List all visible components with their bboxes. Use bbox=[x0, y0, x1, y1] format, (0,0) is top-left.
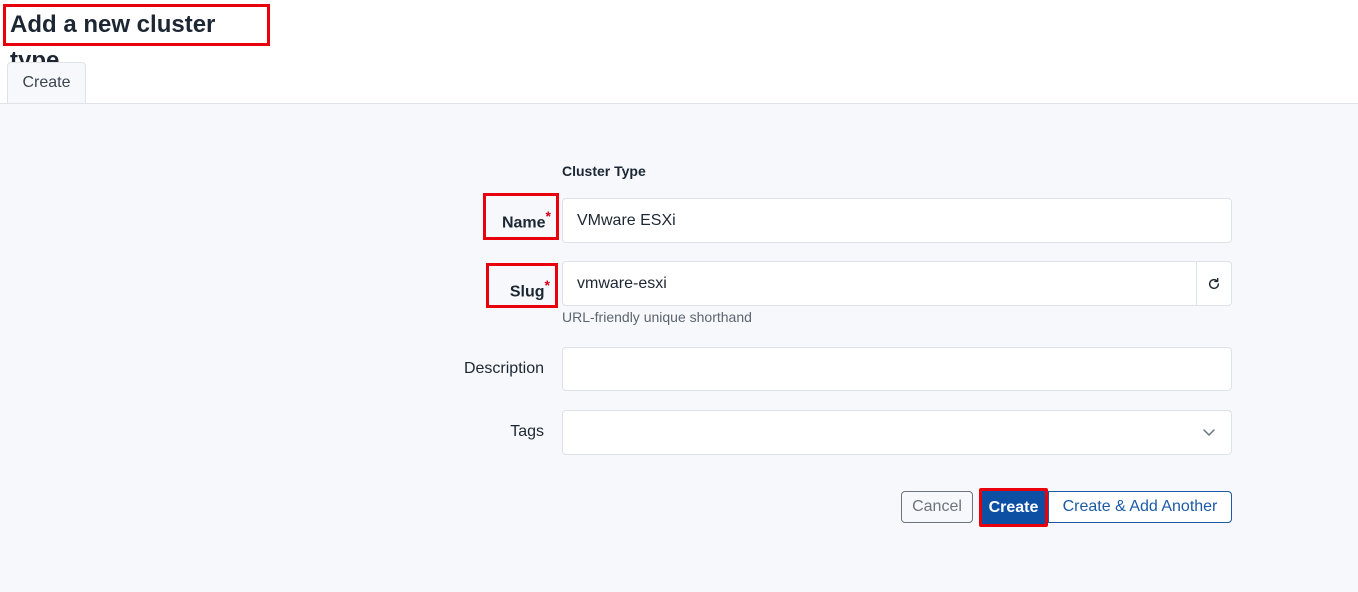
tags-label: Tags bbox=[510, 423, 544, 440]
slug-regenerate-button[interactable] bbox=[1196, 261, 1232, 306]
name-label-text: Name bbox=[501, 214, 546, 232]
description-label: Description bbox=[463, 360, 544, 377]
refresh-icon bbox=[1208, 277, 1220, 289]
page-title: Add a new cluster type bbox=[3, 4, 270, 74]
tab-create[interactable]: Create bbox=[7, 62, 86, 104]
required-marker: * bbox=[544, 277, 550, 293]
description-input[interactable] bbox=[562, 347, 1232, 391]
required-marker: * bbox=[545, 208, 551, 224]
slug-label: Slug* bbox=[486, 263, 558, 308]
cancel-button[interactable]: Cancel bbox=[901, 491, 973, 523]
create-button[interactable]: Create bbox=[979, 488, 1048, 527]
slug-label-text: Slug bbox=[509, 283, 545, 301]
create-and-add-another-button[interactable]: Create & Add Another bbox=[1048, 491, 1232, 523]
name-label: Name* bbox=[483, 193, 559, 240]
tags-select[interactable] bbox=[562, 410, 1232, 455]
section-title: Cluster Type bbox=[562, 163, 646, 179]
name-input[interactable] bbox=[562, 198, 1232, 243]
page: Add a new cluster type Create Cluster Ty… bbox=[0, 0, 1358, 592]
slug-input[interactable] bbox=[562, 261, 1197, 306]
slug-help-text: URL-friendly unique shorthand bbox=[562, 309, 752, 325]
chevron-down-icon bbox=[1203, 429, 1215, 436]
